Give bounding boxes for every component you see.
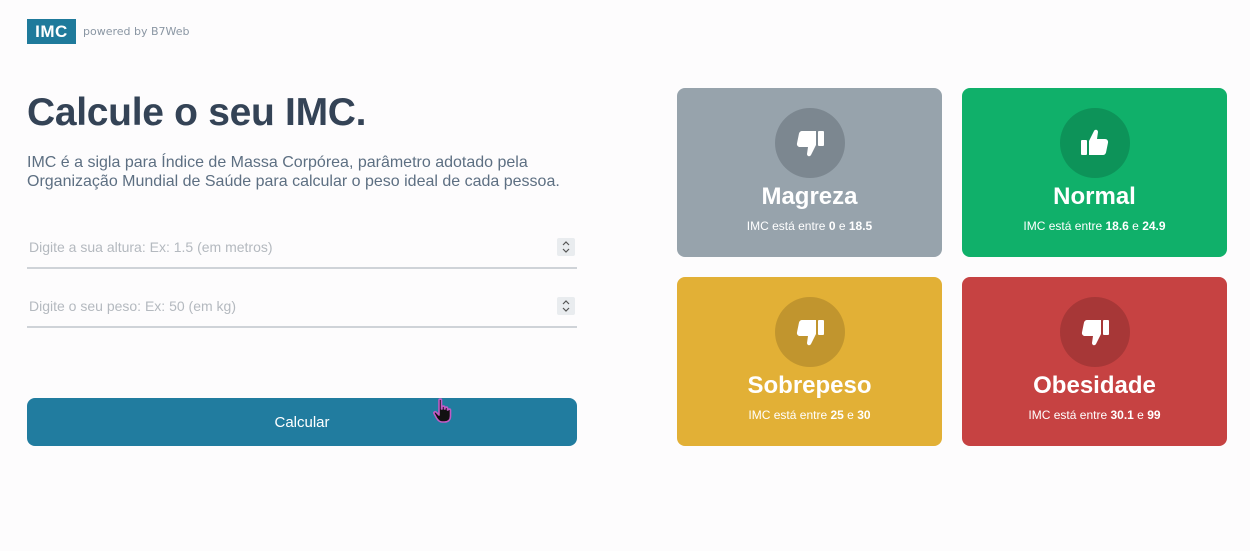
powered-by-text: powered by B7Web — [83, 25, 190, 38]
card-magreza[interactable]: Magreza IMC está entre 0 e 18.5 — [677, 88, 942, 257]
spinner-arrows-icon — [562, 300, 570, 312]
description: IMC é a sigla para Índice de Massa Corpó… — [27, 154, 560, 190]
card-range: IMC está entre 30.1 e 99 — [1028, 408, 1161, 422]
card-sobrepeso[interactable]: Sobrepeso IMC está entre 25 e 30 — [677, 277, 942, 446]
card-obesidade[interactable]: Obesidade IMC está entre 30.1 e 99 — [962, 277, 1227, 446]
card-title: Sobrepeso — [747, 372, 872, 399]
weight-field — [27, 286, 577, 328]
thumbs-down-icon — [796, 320, 824, 346]
thumbs-down-icon — [796, 131, 824, 157]
card-icon-circle — [774, 108, 845, 178]
card-normal[interactable]: Normal IMC está entre 18.6 e 24.9 — [962, 88, 1227, 257]
height-field — [27, 227, 577, 269]
height-input[interactable] — [27, 239, 527, 255]
thumbs-down-icon — [1081, 320, 1109, 346]
logo[interactable]: IMC — [27, 19, 76, 44]
card-title: Obesidade — [1033, 372, 1156, 399]
spinner-arrows-icon — [562, 241, 570, 253]
page-title: Calcule o seu IMC. — [27, 91, 367, 134]
card-range: IMC está entre 18.6 e 24.9 — [1023, 219, 1166, 233]
header: IMC powered by B7Web — [27, 19, 190, 44]
card-icon-circle — [774, 297, 845, 367]
card-icon-circle — [1059, 108, 1130, 178]
card-range: IMC está entre 0 e 18.5 — [746, 219, 873, 233]
weight-input[interactable] — [27, 298, 527, 314]
card-range: IMC está entre 25 e 30 — [748, 408, 871, 422]
pointer-cursor-icon — [432, 398, 456, 429]
calculate-button[interactable]: Calcular — [27, 398, 577, 446]
thumbs-up-icon — [1080, 129, 1108, 155]
card-title: Magreza — [761, 183, 858, 210]
card-icon-circle — [1059, 297, 1130, 367]
calculator-panel: Calcule o seu IMC. IMC é a sigla para Ín… — [27, 88, 577, 446]
height-spinner[interactable] — [557, 238, 575, 256]
weight-spinner[interactable] — [557, 297, 575, 315]
card-title: Normal — [1053, 183, 1136, 210]
